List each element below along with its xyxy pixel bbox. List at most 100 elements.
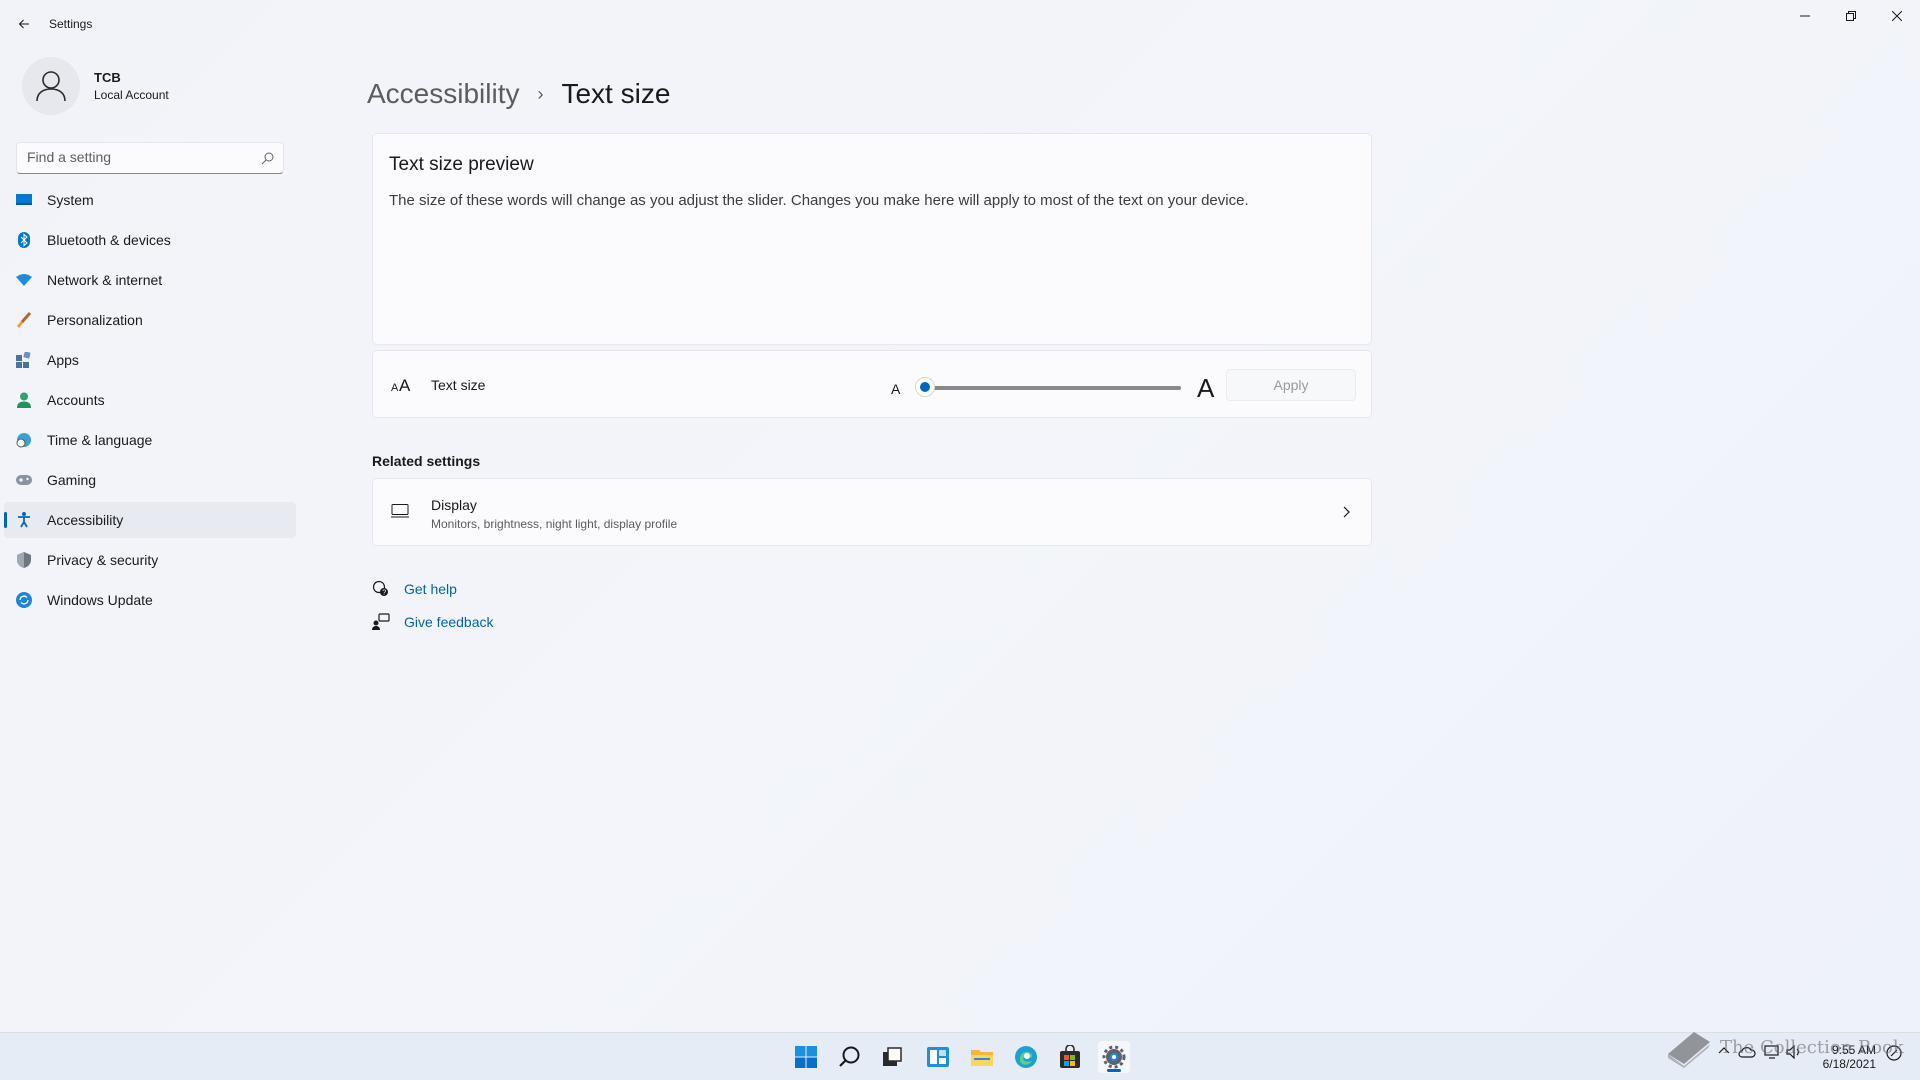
- sidebar-item-network[interactable]: Network & internet: [4, 262, 296, 298]
- sidebar-item-label: Accessibility: [47, 512, 124, 528]
- settings-icon: [1102, 1045, 1126, 1069]
- apps-icon: [16, 352, 32, 368]
- sidebar-item-label: Network & internet: [47, 272, 163, 288]
- text-size-slider-track[interactable]: [921, 386, 1181, 390]
- text-size-preview-card: Text size preview The size of these word…: [372, 133, 1372, 345]
- update-icon: [16, 592, 32, 608]
- sidebar-item-time-language[interactable]: Time & language: [4, 422, 296, 458]
- sidebar-item-label: Apps: [47, 352, 79, 368]
- close-button[interactable]: [1874, 0, 1920, 32]
- watermark: The Collection Book: [1664, 1024, 1904, 1070]
- sidebar-nav: System Bluetooth & devices Network & int…: [4, 182, 296, 622]
- task-view-icon: [883, 1047, 902, 1066]
- edge-icon: [1015, 1046, 1037, 1068]
- app-title: Settings: [49, 17, 93, 31]
- store-button[interactable]: [1054, 1041, 1086, 1073]
- back-arrow-icon: [18, 19, 29, 29]
- book-logo-icon: [1668, 1032, 1710, 1068]
- start-icon: [795, 1046, 817, 1068]
- sidebar-item-label: Windows Update: [47, 592, 153, 608]
- sidebar-item-privacy-security[interactable]: Privacy & security: [4, 542, 296, 578]
- sidebar-item-label: Bluetooth & devices: [47, 232, 171, 248]
- help-chat-icon: ?: [372, 580, 388, 597]
- watermark-text: The Collection Book: [1720, 1036, 1904, 1058]
- text-size-label: Text size: [431, 377, 486, 393]
- person-avatar-icon: [36, 71, 66, 102]
- sidebar-item-apps[interactable]: Apps: [4, 342, 296, 378]
- wifi-icon: [16, 272, 32, 288]
- preview-title: Text size preview: [389, 154, 534, 175]
- sidebar-item-gaming[interactable]: Gaming: [4, 462, 296, 498]
- settings-taskbar-button[interactable]: [1098, 1041, 1130, 1073]
- sidebar-item-accessibility[interactable]: Accessibility: [4, 502, 296, 538]
- display-settings-link[interactable]: Display Monitors, brightness, night ligh…: [372, 478, 1372, 546]
- preview-text: The size of these words will change as y…: [389, 192, 1249, 209]
- globe-clock-icon: [16, 432, 32, 448]
- sidebar-item-windows-update[interactable]: Windows Update: [4, 582, 296, 618]
- get-help-text[interactable]: Get help: [404, 581, 457, 597]
- give-feedback-text[interactable]: Give feedback: [404, 614, 494, 630]
- person-icon: [16, 392, 32, 408]
- sidebar-item-label: System: [47, 192, 94, 208]
- minimize-button[interactable]: [1782, 0, 1828, 32]
- sidebar-item-personalization[interactable]: Personalization: [4, 302, 296, 338]
- gamepad-icon: [16, 472, 32, 488]
- get-help-link[interactable]: ? Get help: [372, 580, 457, 598]
- search-icon[interactable]: [261, 151, 275, 165]
- svg-text:A: A: [399, 376, 411, 393]
- shield-icon: [16, 552, 32, 568]
- close-icon: [1892, 11, 1902, 21]
- file-explorer-button[interactable]: [966, 1041, 998, 1073]
- sidebar-item-system[interactable]: System: [4, 182, 296, 218]
- profile-account-type: Local Account: [94, 88, 169, 102]
- settings-window: Settings TCB Local Account Find a settin…: [0, 0, 1920, 1032]
- edge-button[interactable]: [1010, 1041, 1042, 1073]
- feedback-icon: [372, 613, 390, 630]
- sidebar-item-label: Personalization: [47, 312, 143, 328]
- svg-text:A: A: [391, 382, 399, 393]
- restore-icon: [1846, 11, 1856, 21]
- sidebar-item-label: Accounts: [47, 392, 105, 408]
- taskbar-search-button[interactable]: [834, 1041, 866, 1073]
- display-label: Display: [431, 497, 477, 513]
- brush-icon: [16, 312, 32, 328]
- restore-button[interactable]: [1828, 0, 1874, 32]
- start-button[interactable]: [790, 1041, 822, 1073]
- active-indicator: [1107, 1069, 1121, 1072]
- bluetooth-icon: [16, 232, 32, 248]
- system-icon: [16, 192, 32, 208]
- sidebar-item-label: Privacy & security: [47, 552, 159, 568]
- task-view-button[interactable]: [876, 1041, 908, 1073]
- sidebar-item-label: Time & language: [47, 432, 153, 448]
- breadcrumb: Accessibility › Text size: [367, 78, 670, 110]
- sidebar-item-bluetooth[interactable]: Bluetooth & devices: [4, 222, 296, 258]
- breadcrumb-parent[interactable]: Accessibility: [367, 78, 519, 110]
- give-feedback-link[interactable]: Give feedback: [372, 613, 494, 631]
- svg-text:?: ?: [382, 590, 386, 597]
- avatar: [22, 57, 80, 115]
- related-settings-heading: Related settings: [372, 453, 481, 469]
- minimize-icon: [1800, 15, 1810, 17]
- widgets-button[interactable]: [922, 1041, 954, 1073]
- search-icon: [839, 1046, 860, 1067]
- store-icon: [1060, 1045, 1080, 1068]
- taskbar: 9:55 AM 6/18/2021: [0, 1032, 1920, 1080]
- monitor-icon: [391, 504, 409, 518]
- widgets-icon: [927, 1047, 949, 1067]
- slider-min-glyph: A: [891, 381, 901, 397]
- text-size-setting-card: A A Text size A A Apply: [372, 350, 1372, 418]
- breadcrumb-separator-icon: ›: [537, 83, 544, 104]
- sidebar-item-accounts[interactable]: Accounts: [4, 382, 296, 418]
- page-title: Text size: [561, 78, 671, 109]
- apply-button[interactable]: Apply: [1226, 369, 1356, 401]
- back-button[interactable]: [12, 12, 36, 36]
- text-size-slider-thumb[interactable]: [915, 377, 935, 397]
- search-input[interactable]: [27, 149, 247, 165]
- search-box[interactable]: [16, 142, 284, 174]
- display-description: Monitors, brightness, night light, displ…: [431, 517, 678, 531]
- user-profile[interactable]: TCB Local Account: [22, 57, 169, 115]
- file-explorer-icon: [971, 1050, 993, 1066]
- sidebar-item-label: Gaming: [47, 472, 97, 488]
- accessibility-icon: [16, 512, 32, 528]
- chevron-right-icon: [1343, 506, 1350, 518]
